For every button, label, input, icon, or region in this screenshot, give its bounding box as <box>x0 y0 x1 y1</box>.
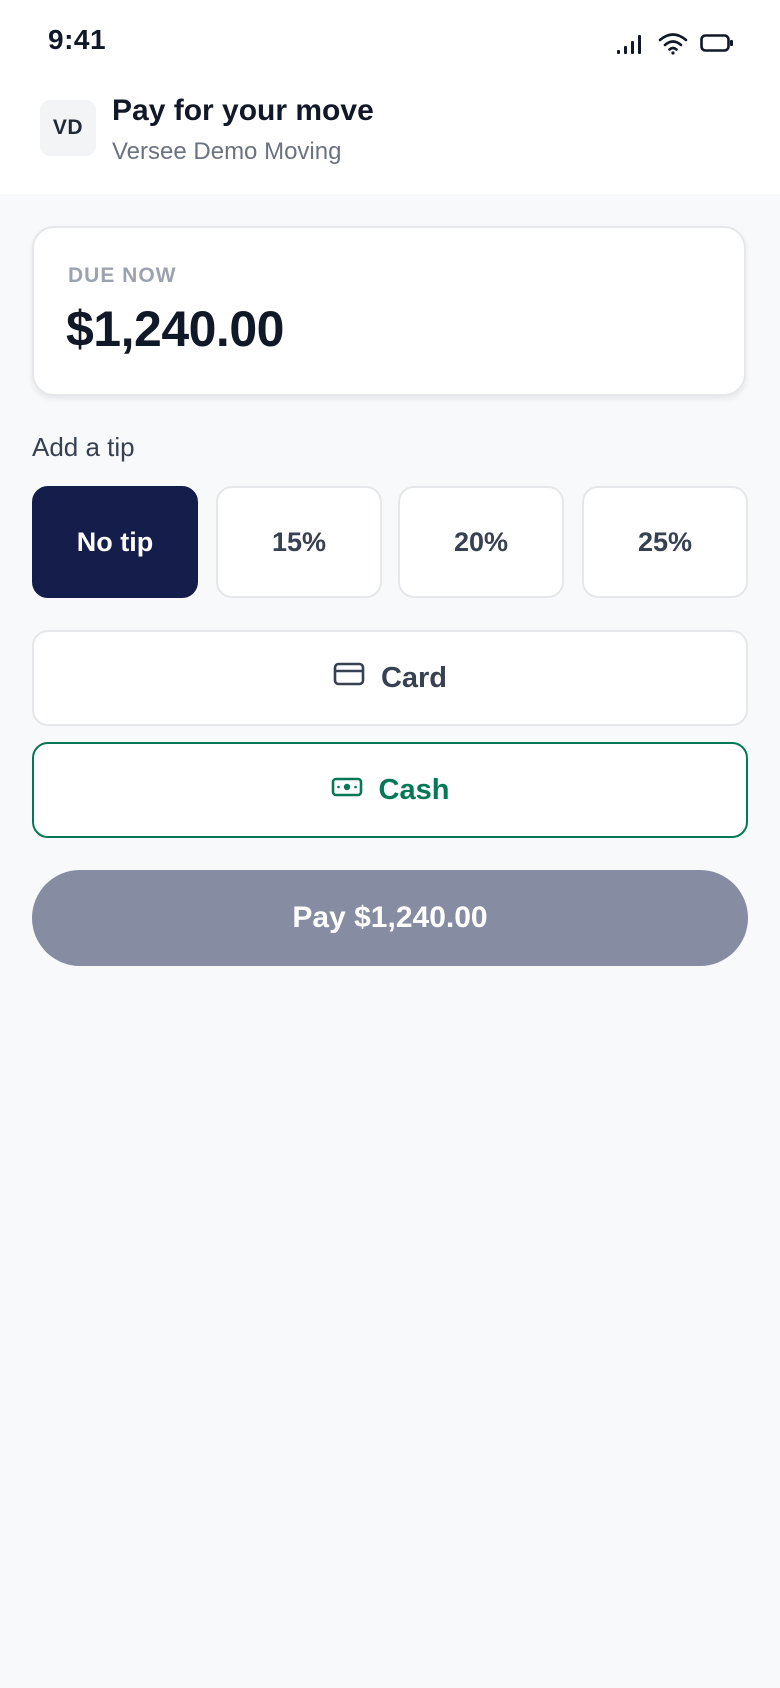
signal-icon <box>616 31 646 60</box>
cash-method-label: Cash <box>378 773 450 806</box>
tip-options: No tip 15% 20% 25% <box>32 486 748 598</box>
header: VD Pay for your move Versee Demo Moving <box>0 84 780 194</box>
status-icons <box>616 30 734 60</box>
tip-option-none[interactable]: No tip <box>32 486 198 598</box>
status-bar: 9:41 <box>0 0 780 84</box>
credit-card-icon <box>333 661 365 695</box>
due-now-amount: $1,240.00 <box>66 301 284 357</box>
avatar: VD <box>40 100 96 156</box>
battery-icon <box>700 32 734 59</box>
company-name: Versee Demo Moving <box>112 138 342 165</box>
card-method-label: Card <box>380 661 448 694</box>
pay-button[interactable]: Pay $1,240.00 <box>32 870 748 966</box>
tip-option-20[interactable]: 20% <box>398 486 564 598</box>
page-title: Pay for your move <box>112 94 374 127</box>
wifi-icon <box>658 31 688 60</box>
due-now-label: DUE NOW <box>68 264 177 287</box>
tip-option-25[interactable]: 25% <box>582 486 748 598</box>
cash-icon <box>331 774 363 807</box>
cash-method-button[interactable]: Cash <box>32 742 748 838</box>
tip-option-15[interactable]: 15% <box>216 486 382 598</box>
tip-heading: Add a tip <box>32 432 135 462</box>
card-method-button[interactable]: Card <box>32 630 748 726</box>
status-time: 9:41 <box>48 24 107 55</box>
due-now-card: DUE NOW $1,240.00 <box>32 226 746 396</box>
